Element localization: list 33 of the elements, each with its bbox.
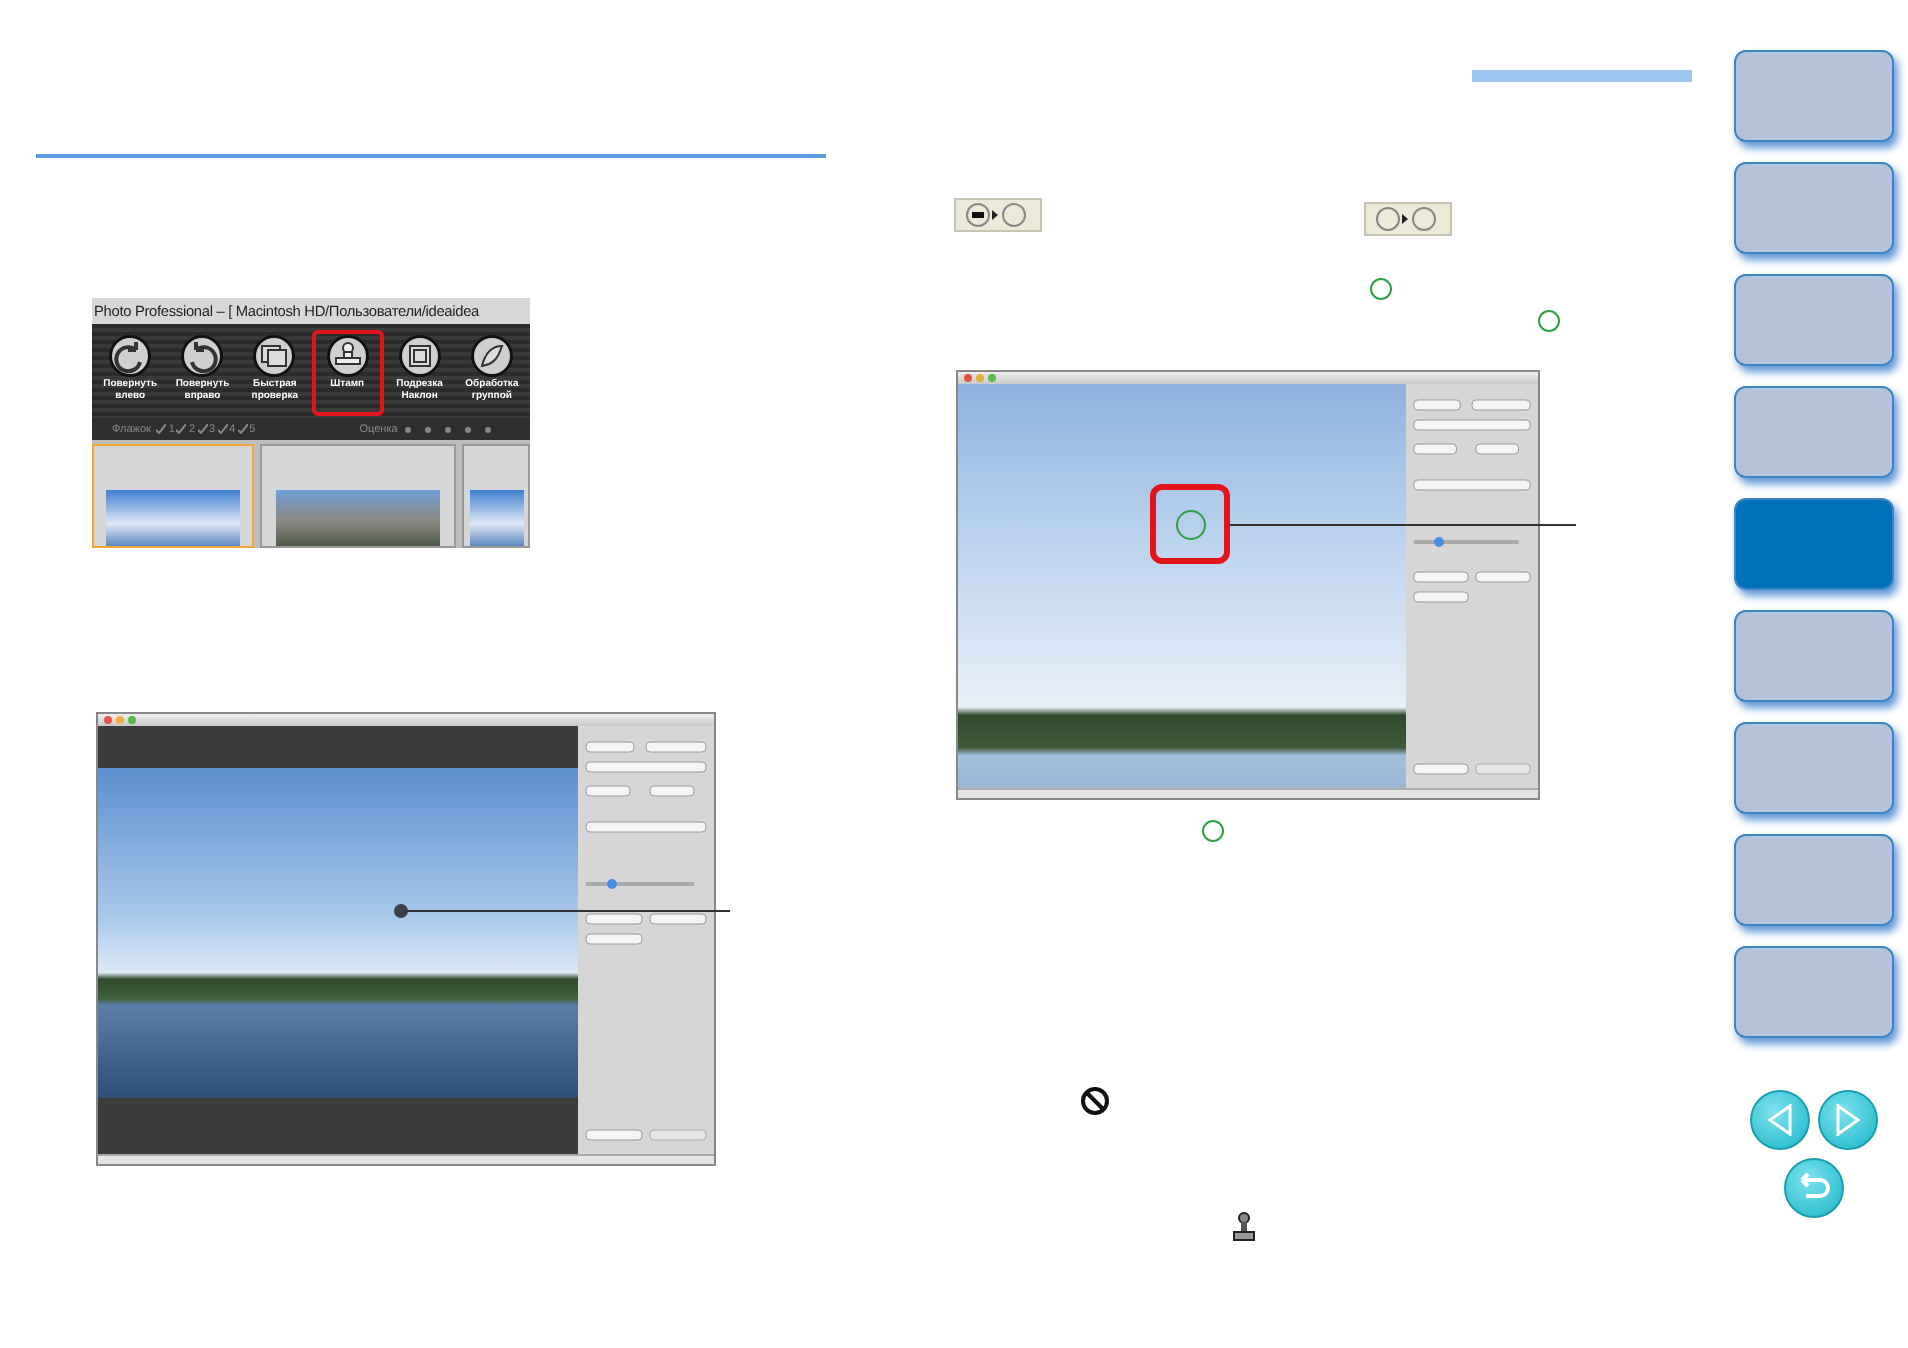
return-button[interactable] <box>1784 1158 1844 1218</box>
rotate-left-icon[interactable] <box>108 334 153 378</box>
leaf-icon[interactable] <box>469 334 514 378</box>
stamp-target-button[interactable] <box>1364 202 1452 236</box>
photos-icon[interactable] <box>252 334 297 378</box>
photo-placeholder <box>105 490 240 546</box>
chapter-tab[interactable] <box>1734 610 1894 702</box>
chapter-tab[interactable] <box>1734 162 1894 254</box>
stamp-source-button[interactable] <box>954 198 1042 232</box>
chapter-tab[interactable] <box>1734 274 1894 366</box>
rotate-right-icon[interactable] <box>180 334 225 378</box>
chapter-tab[interactable] <box>1734 946 1894 1038</box>
chapter-tab[interactable] <box>1734 722 1894 814</box>
thumbnail[interactable] <box>259 444 457 548</box>
thumbnail[interactable] <box>92 444 254 548</box>
chapter-tab[interactable] <box>1734 386 1894 478</box>
previous-page-button[interactable] <box>1750 1090 1810 1150</box>
stamp-icon[interactable] <box>325 334 370 378</box>
cursor-circle-icon <box>1202 820 1224 842</box>
photo-placeholder <box>469 490 524 546</box>
return-arrow-icon <box>1796 1172 1832 1204</box>
cursor-circle-icon <box>1370 278 1392 300</box>
left-arrow-icon <box>1766 1104 1794 1136</box>
chapter-tab[interactable] <box>1734 50 1894 142</box>
stamp-icon <box>1232 1212 1256 1242</box>
crop-icon[interactable] <box>397 334 442 378</box>
cursor-circle-icon <box>1538 310 1560 332</box>
chapter-tab[interactable] <box>1734 834 1894 926</box>
thumbnail[interactable] <box>462 444 530 548</box>
prohibited-icon <box>1080 1086 1110 1116</box>
right-arrow-icon <box>1834 1104 1862 1136</box>
cursor-circle-icon <box>1175 509 1205 539</box>
next-page-button[interactable] <box>1818 1090 1878 1150</box>
